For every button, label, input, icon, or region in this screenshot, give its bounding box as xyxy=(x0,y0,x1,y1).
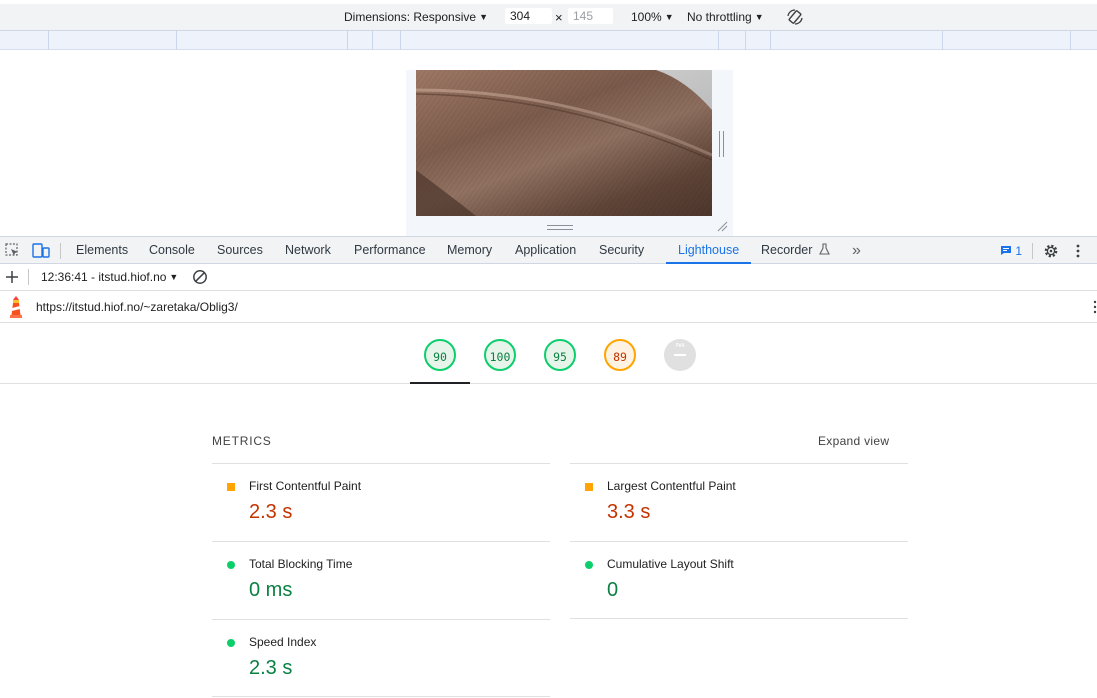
active-gauge-underline xyxy=(410,382,470,384)
height-input[interactable]: 145 xyxy=(568,8,613,24)
report-url[interactable]: https://itstud.hiof.no/~zaretaka/Oblig3/ xyxy=(36,300,238,314)
clear-reports-icon[interactable] xyxy=(192,269,208,285)
issues-counter[interactable]: 1 xyxy=(1000,244,1022,258)
lighthouse-logo-icon xyxy=(10,296,22,318)
url-menu-icon[interactable] xyxy=(1092,300,1097,314)
metric-cumulative-layout-shift: Cumulative Layout Shift 0 xyxy=(570,541,908,619)
metric-value: 3.3 s xyxy=(607,501,651,523)
metric-label: Cumulative Layout Shift xyxy=(607,557,734,571)
media-query-ruler[interactable] xyxy=(0,31,1097,50)
new-report-plus-icon[interactable] xyxy=(5,270,19,284)
tab-performance[interactable]: Performance xyxy=(354,237,426,264)
resize-corner-icon[interactable] xyxy=(716,220,728,232)
page-hero-image xyxy=(416,70,712,216)
average-square-icon xyxy=(227,483,235,491)
tab-application[interactable]: Application xyxy=(515,237,576,264)
pass-circle-icon xyxy=(585,561,593,569)
rotate-icon[interactable] xyxy=(786,8,804,26)
metric-largest-contentful-paint: Largest Contentful Paint 3.3 s xyxy=(570,463,908,541)
settings-gear-icon[interactable] xyxy=(1043,243,1059,259)
dimensions-dropdown[interactable]: Dimensions: Responsive ▼ xyxy=(344,10,488,24)
metric-label: Largest Contentful Paint xyxy=(607,479,736,493)
pass-circle-icon xyxy=(227,561,235,569)
experiment-flask-icon xyxy=(819,243,830,255)
inspect-element-icon[interactable] xyxy=(5,243,20,258)
times-sign: × xyxy=(555,10,563,25)
metric-label: Total Blocking Time xyxy=(249,557,353,571)
accessibility-score-gauge[interactable]: 100 xyxy=(484,339,516,371)
devtools-tabbar: Elements Console Sources Network Perform… xyxy=(0,236,1097,264)
pwa-label: PWA xyxy=(675,343,685,349)
report-selector-label: 12:36:41 - itstud.hiof.no xyxy=(41,270,167,284)
metric-first-contentful-paint: First Contentful Paint 2.3 s xyxy=(212,463,550,541)
expand-view-toggle[interactable]: Expand view xyxy=(818,434,889,448)
seo-score-gauge[interactable]: 89 xyxy=(604,339,636,371)
best-practices-score-gauge[interactable]: 95 xyxy=(544,339,576,371)
throttling-label: No throttling xyxy=(687,10,752,24)
device-toolbar-toggle-icon[interactable] xyxy=(32,243,50,258)
more-options-icon[interactable] xyxy=(1074,244,1082,258)
metric-label: Speed Index xyxy=(249,635,317,649)
metric-label: First Contentful Paint xyxy=(249,479,362,493)
dimensions-label: Dimensions: Responsive xyxy=(344,10,477,24)
zoom-label: 100% xyxy=(631,10,662,24)
device-toolbar: Dimensions: Responsive ▼ 304 × 145 100% ▼ … xyxy=(0,4,1097,31)
tab-memory[interactable]: Memory xyxy=(447,237,492,264)
metric-value: 0 xyxy=(607,579,619,601)
average-square-icon xyxy=(585,483,593,491)
score-gauges: 90 100 95 89 PWA xyxy=(0,323,1097,384)
resize-handle-bottom[interactable] xyxy=(547,225,573,230)
tab-console[interactable]: Console xyxy=(149,237,195,264)
metric-value: 2.3 s xyxy=(249,501,293,523)
issue-message-icon xyxy=(1001,246,1011,255)
metric-value: 2.3 s xyxy=(249,657,293,679)
caret-down-icon: ▼ xyxy=(754,12,764,22)
tab-lighthouse[interactable]: Lighthouse xyxy=(666,237,752,264)
metric-total-blocking-time: Total Blocking Time 0 ms xyxy=(212,541,550,619)
report-selector[interactable]: 12:36:41 - itstud.hiof.no ▼ xyxy=(41,270,178,284)
metric-value: 0 ms xyxy=(249,579,293,601)
caret-down-icon: ▼ xyxy=(664,12,674,22)
metric-speed-index: Speed Index 2.3 s xyxy=(212,619,550,697)
throttling-dropdown[interactable]: No throttling ▼ xyxy=(687,10,764,24)
zoom-dropdown[interactable]: 100% ▼ xyxy=(631,10,674,24)
lighthouse-toolbar: 12:36:41 - itstud.hiof.no ▼ xyxy=(0,264,1097,291)
tab-security[interactable]: Security xyxy=(599,237,644,264)
tab-recorder-label: Recorder xyxy=(761,243,813,257)
tab-network[interactable]: Network xyxy=(285,237,331,264)
performance-score-gauge[interactable]: 90 xyxy=(424,339,456,371)
more-tabs-icon[interactable]: » xyxy=(852,237,861,264)
tab-sources[interactable]: Sources xyxy=(217,237,263,264)
report-url-bar: https://itstud.hiof.no/~zaretaka/Oblig3/ xyxy=(0,291,1097,323)
pwa-badge-icon[interactable]: PWA xyxy=(664,339,696,371)
tab-recorder[interactable]: Recorder xyxy=(761,237,830,264)
caret-down-icon: ▼ xyxy=(169,272,179,282)
width-input[interactable]: 304 xyxy=(505,8,552,24)
resize-handle-right[interactable] xyxy=(719,131,724,157)
issues-count: 1 xyxy=(1015,244,1023,258)
pass-circle-icon xyxy=(227,639,235,647)
tab-elements[interactable]: Elements xyxy=(76,237,128,264)
metrics-header: METRICS xyxy=(212,434,272,448)
caret-down-icon: ▼ xyxy=(479,12,488,22)
